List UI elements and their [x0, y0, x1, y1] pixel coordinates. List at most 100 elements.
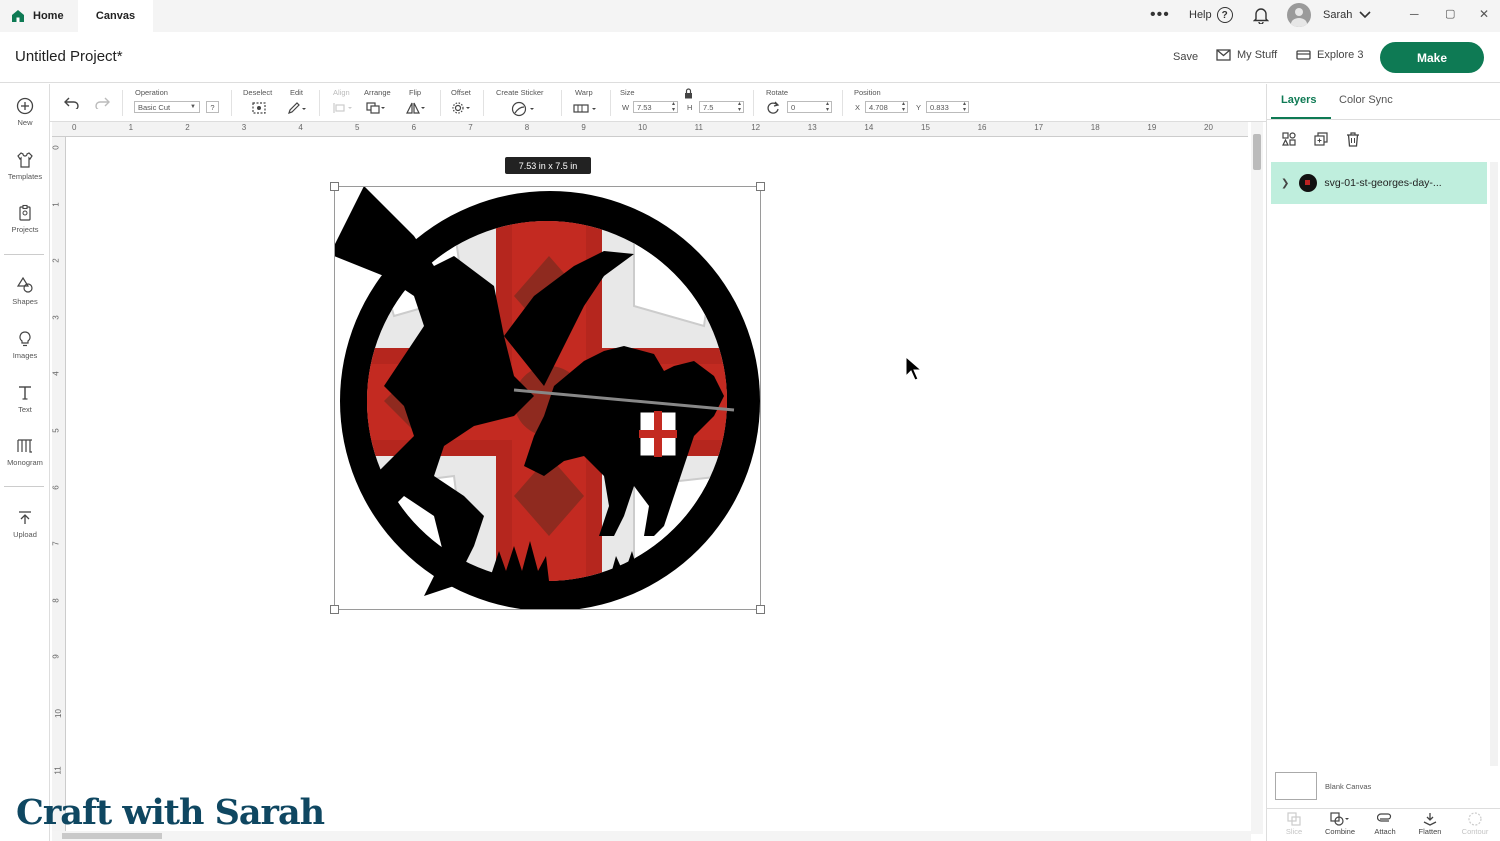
flatten-button[interactable]: Flatten [1408, 811, 1452, 836]
height-label: H [687, 103, 693, 112]
machine-selector[interactable]: Explore 3 [1296, 49, 1363, 61]
tab-canvas[interactable]: Canvas [78, 0, 153, 32]
resize-handle[interactable] [330, 605, 339, 614]
more-options-icon[interactable]: ••• [1150, 6, 1170, 24]
combine-button[interactable]: Combine [1318, 811, 1362, 836]
ruler-top-label: 3 [241, 123, 247, 132]
y-label: Y [916, 103, 922, 112]
machine-icon [1296, 50, 1311, 60]
tab-home-label: Home [33, 10, 64, 22]
ruler-top-label: 9 [581, 123, 586, 132]
lock-icon[interactable] [684, 88, 693, 99]
trash-icon[interactable] [1345, 131, 1361, 147]
operation-select[interactable]: Basic Cut ▼ [134, 101, 200, 113]
nav-images[interactable]: Images [0, 330, 50, 360]
nav-shapes-label: Shapes [12, 297, 38, 306]
watermark-logo: Craft with Sarah [16, 792, 325, 833]
ruler-left-label: 5 [51, 428, 61, 433]
tab-bar: Home Canvas ••• Help ? Sarah ─ ▢ ✕ [0, 0, 1500, 32]
minimize-button[interactable]: ─ [1410, 7, 1419, 21]
tab-home[interactable]: Home [0, 0, 78, 32]
resize-handle[interactable] [330, 182, 339, 191]
combine-icon [1330, 812, 1349, 826]
nav-monogram[interactable]: Monogram [0, 437, 50, 467]
shirt-icon [17, 152, 33, 168]
contour-button[interactable]: Contour [1453, 811, 1497, 836]
ruler-top-label: 20 [1204, 123, 1213, 132]
operation-help-button[interactable]: ? [206, 101, 219, 113]
bell-icon[interactable] [1253, 6, 1269, 24]
ruler-left-label: 1 [51, 201, 61, 207]
rotate-input[interactable]: 0 ▴ ▾ [787, 101, 832, 113]
width-label: W [622, 103, 630, 112]
nav-upload[interactable]: Upload [0, 509, 50, 539]
resize-handle[interactable] [756, 605, 765, 614]
selection-bounding-box [334, 186, 761, 610]
ruler-top-label: 6 [411, 123, 417, 132]
layers-scrollbar[interactable] [1490, 162, 1498, 766]
nav-divider [4, 254, 44, 255]
chevron-right-icon[interactable]: ❯ [1281, 178, 1289, 189]
pencil-icon[interactable] [287, 101, 307, 115]
combine-label: Combine [1324, 827, 1355, 836]
maximize-button[interactable]: ▢ [1445, 7, 1455, 20]
slice-label: Slice [1285, 827, 1303, 836]
nav-text-label: Text [18, 405, 32, 414]
position-label: Position [854, 88, 881, 97]
align-icon[interactable] [332, 101, 354, 115]
nav-templates[interactable]: Templates [0, 151, 50, 181]
attach-button[interactable]: Attach [1363, 811, 1407, 836]
position-y-input[interactable]: 0.833 ▴ ▾ [926, 101, 969, 113]
deselect-icon[interactable] [251, 101, 267, 115]
warp-label: Warp [575, 88, 593, 97]
flatten-icon [1423, 813, 1437, 826]
my-stuff-button[interactable]: My Stuff [1216, 49, 1277, 61]
duplicate-icon[interactable] [1313, 131, 1329, 147]
project-title[interactable]: Untitled Project* [15, 48, 123, 65]
width-value: 7.53 [637, 103, 652, 112]
monogram-icon [17, 439, 32, 453]
nav-shapes[interactable]: Shapes [0, 276, 50, 306]
toolbar-divider [753, 90, 754, 116]
layers-panel: Layers Color Sync ❯ svg-01-st-georges-da… [1266, 84, 1500, 841]
canvas-vertical-scrollbar[interactable] [1251, 122, 1263, 834]
position-x-input[interactable]: 4.708 ▴ ▾ [865, 101, 908, 113]
deselect-label: Deselect [243, 88, 273, 97]
toolbar-divider [231, 90, 232, 116]
ruler-left-label: 7 [51, 541, 61, 546]
nav-text[interactable]: Text [0, 384, 50, 414]
nav-new[interactable]: New [0, 97, 50, 127]
toolbar-divider [842, 90, 843, 116]
close-button[interactable]: ✕ [1479, 7, 1489, 21]
nav-templates-label: Templates [7, 172, 43, 181]
resize-handle[interactable] [756, 182, 765, 191]
arrange-icon[interactable] [365, 101, 387, 115]
group-icon[interactable] [1281, 131, 1297, 147]
warp-icon[interactable] [572, 101, 598, 115]
operation-value: Basic Cut [138, 103, 171, 112]
save-button[interactable]: Save [1173, 51, 1198, 63]
sticker-icon[interactable] [510, 101, 536, 117]
user-menu[interactable]: Sarah [1287, 3, 1372, 27]
offset-icon[interactable] [450, 101, 472, 115]
undo-icon[interactable] [64, 97, 80, 109]
make-button[interactable]: Make [1380, 42, 1484, 73]
height-input[interactable]: 7.5 ▴ ▾ [699, 101, 744, 113]
help-button[interactable]: Help ? [1189, 7, 1233, 23]
upload-icon [19, 511, 31, 524]
layer-row[interactable]: ❯ svg-01-st-georges-day-... [1271, 162, 1487, 204]
tab-layers[interactable]: Layers [1281, 94, 1316, 106]
ruler-left-label: 2 [51, 258, 61, 263]
scroll-thumb[interactable] [1253, 134, 1261, 170]
redo-icon[interactable] [94, 97, 110, 109]
nav-projects[interactable]: Projects [0, 204, 50, 234]
slice-button[interactable]: Slice [1272, 811, 1316, 836]
scroll-thumb[interactable] [62, 833, 162, 839]
tab-color-sync[interactable]: Color Sync [1339, 94, 1393, 106]
canvas-color-swatch[interactable] [1275, 772, 1317, 800]
flip-icon[interactable] [405, 101, 427, 115]
toolbar-divider [561, 90, 562, 116]
blank-canvas-row[interactable]: Blank Canvas [1275, 772, 1371, 800]
panel-divider [1267, 808, 1500, 809]
width-input[interactable]: 7.53 ▴ ▾ [633, 101, 678, 113]
